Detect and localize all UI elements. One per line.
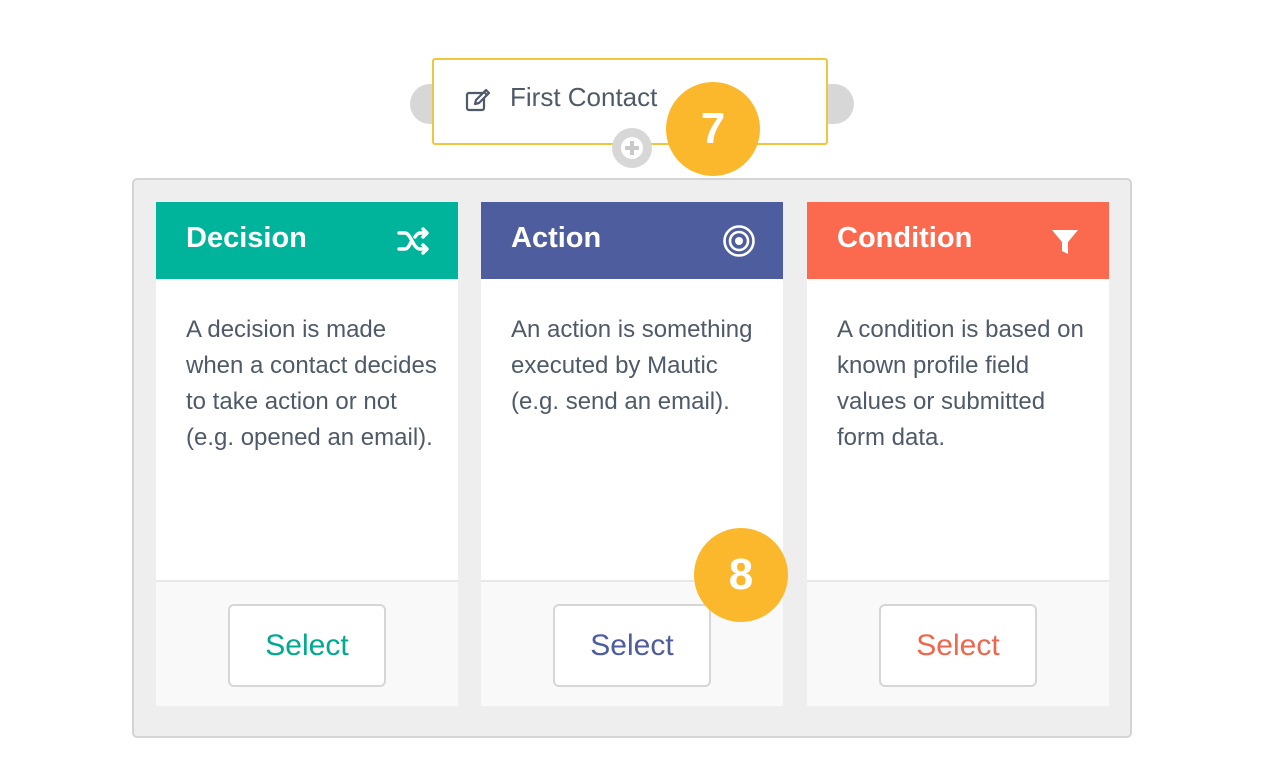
bullseye-icon (723, 225, 755, 257)
action-card-header: Action (481, 202, 783, 279)
action-select-button[interactable]: Select (553, 604, 711, 687)
step-badge-7: 7 (666, 82, 760, 176)
shuffle-icon (397, 227, 429, 255)
add-step-button[interactable] (612, 128, 652, 168)
condition-card: Condition A condition is based on known … (807, 202, 1109, 706)
action-title: Action (511, 222, 602, 254)
decision-description: A decision is made when a contact decide… (186, 316, 437, 451)
action-card: Action An action is something executed b… (481, 202, 783, 706)
node-label: First Contact (510, 82, 658, 112)
condition-select-button[interactable]: Select (879, 604, 1037, 687)
decision-card: Decision A decision is made when a conta… (156, 202, 458, 706)
condition-description: A condition is based on known profile fi… (837, 316, 1084, 451)
condition-card-header: Condition (807, 202, 1109, 279)
condition-card-footer: Select (807, 580, 1109, 706)
decision-card-header: Decision (156, 202, 458, 279)
campaign-builder: First Contact 7 Decision A decision is m… (0, 0, 1272, 776)
step-badge-8: 8 (694, 528, 788, 622)
filter-icon (1052, 230, 1078, 254)
decision-card-footer: Select (156, 580, 458, 706)
edit-icon (465, 88, 491, 112)
plus-icon (621, 137, 643, 159)
decision-title: Decision (186, 222, 307, 254)
action-description: An action is something executed by Mauti… (511, 316, 753, 415)
decision-select-button[interactable]: Select (228, 604, 386, 687)
condition-title: Condition (837, 222, 973, 254)
